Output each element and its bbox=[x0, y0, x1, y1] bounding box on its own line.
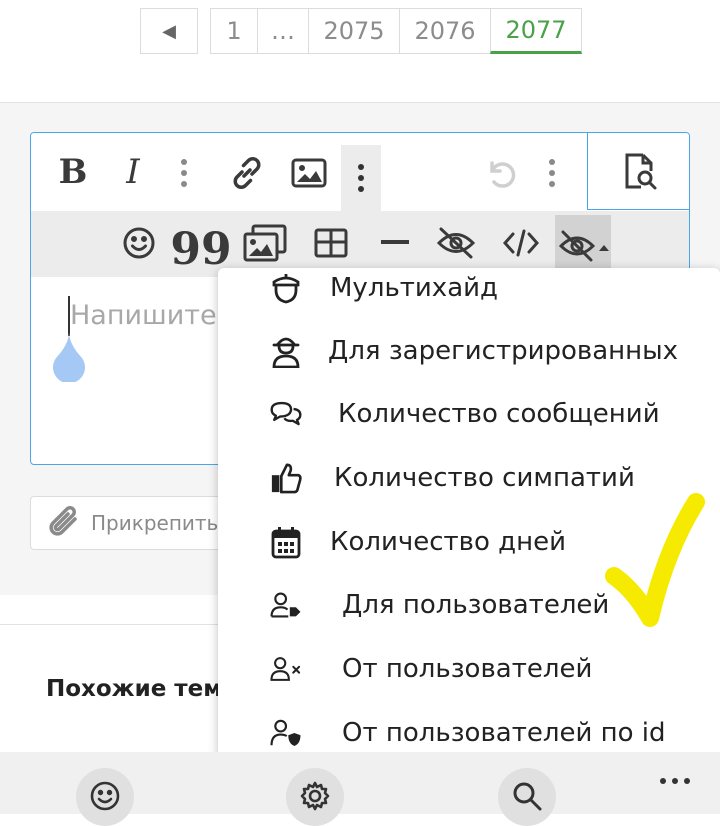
menu-item-from-users[interactable]: От пользователей bbox=[218, 639, 720, 699]
menu-item-multihide[interactable]: Мультихайд bbox=[218, 268, 720, 318]
cursor-handle[interactable] bbox=[50, 330, 88, 384]
editor-placeholder: Напишите bbox=[70, 300, 217, 331]
hide-icon[interactable] bbox=[433, 221, 479, 265]
chevron-left-icon: ◀ bbox=[162, 20, 176, 42]
smile-icon[interactable] bbox=[76, 768, 134, 826]
quote-icon[interactable]: 99 bbox=[170, 223, 231, 272]
menu-item-from-users-by-id[interactable]: От пользователей по id bbox=[218, 703, 720, 758]
more-vertical-icon[interactable] bbox=[341, 145, 381, 211]
bottom-navigation bbox=[0, 752, 720, 826]
image-icon[interactable] bbox=[287, 153, 331, 193]
menu-item-label: Количество дней bbox=[330, 527, 567, 557]
checkmark-annotation bbox=[600, 490, 710, 640]
more-horizontal-icon[interactable] bbox=[660, 778, 690, 784]
menu-item-label: Количество симпатий bbox=[334, 463, 635, 493]
similar-threads-heading: Похожие тем bbox=[46, 676, 223, 702]
menu-item-label: Для пользователей bbox=[342, 590, 610, 620]
menu-item-registered[interactable]: Для зарегистрированных bbox=[218, 321, 720, 381]
link-icon[interactable] bbox=[227, 151, 267, 195]
acorn-icon bbox=[270, 272, 302, 304]
menu-item-label: От пользователей по id bbox=[342, 718, 666, 748]
gear-icon[interactable] bbox=[286, 768, 344, 826]
paperclip-icon bbox=[47, 505, 81, 541]
attach-files-button[interactable]: Прикрепить bbox=[30, 496, 250, 550]
bold-icon[interactable]: B bbox=[53, 149, 93, 195]
code-icon[interactable] bbox=[499, 223, 543, 263]
page-link[interactable]: 1 bbox=[210, 8, 258, 54]
prev-page-button[interactable]: ◀ bbox=[140, 8, 198, 54]
user-times-icon bbox=[270, 653, 302, 685]
more-vertical-icon[interactable] bbox=[537, 153, 567, 193]
gallery-icon[interactable] bbox=[241, 221, 289, 265]
user-shield-icon bbox=[270, 717, 302, 749]
calendar-icon bbox=[270, 526, 302, 559]
horizontal-line-icon[interactable] bbox=[375, 223, 415, 263]
menu-item-label: Количество сообщений bbox=[338, 399, 660, 429]
thumbs-up-icon bbox=[270, 462, 302, 494]
table-icon[interactable] bbox=[311, 223, 351, 263]
editor-toolbar: B I bbox=[31, 133, 689, 211]
menu-item-label: Для зарегистрированных bbox=[328, 336, 679, 366]
user-secret-icon bbox=[270, 335, 302, 368]
menu-item-label: От пользователей bbox=[342, 654, 593, 684]
user-tag-icon bbox=[270, 589, 302, 621]
page-link[interactable]: 2075 bbox=[308, 8, 400, 54]
comments-icon bbox=[270, 398, 302, 430]
menu-item-messages[interactable]: Количество сообщений bbox=[218, 384, 720, 444]
undo-icon[interactable] bbox=[479, 151, 523, 195]
italic-icon[interactable]: I bbox=[113, 149, 153, 195]
page-ellipsis[interactable]: … bbox=[257, 8, 309, 54]
attach-label: Прикрепить bbox=[91, 511, 219, 535]
search-icon[interactable] bbox=[498, 768, 556, 826]
current-page[interactable]: 2077 bbox=[490, 8, 582, 54]
more-vertical-icon[interactable] bbox=[169, 153, 199, 193]
pagination: ◀ 1 … 2075 2076 2077 bbox=[140, 8, 582, 54]
menu-item-label: Мультихайд bbox=[330, 273, 498, 303]
page-link[interactable]: 2076 bbox=[399, 8, 491, 54]
smile-icon[interactable] bbox=[119, 223, 159, 263]
preview-icon[interactable] bbox=[587, 133, 689, 210]
